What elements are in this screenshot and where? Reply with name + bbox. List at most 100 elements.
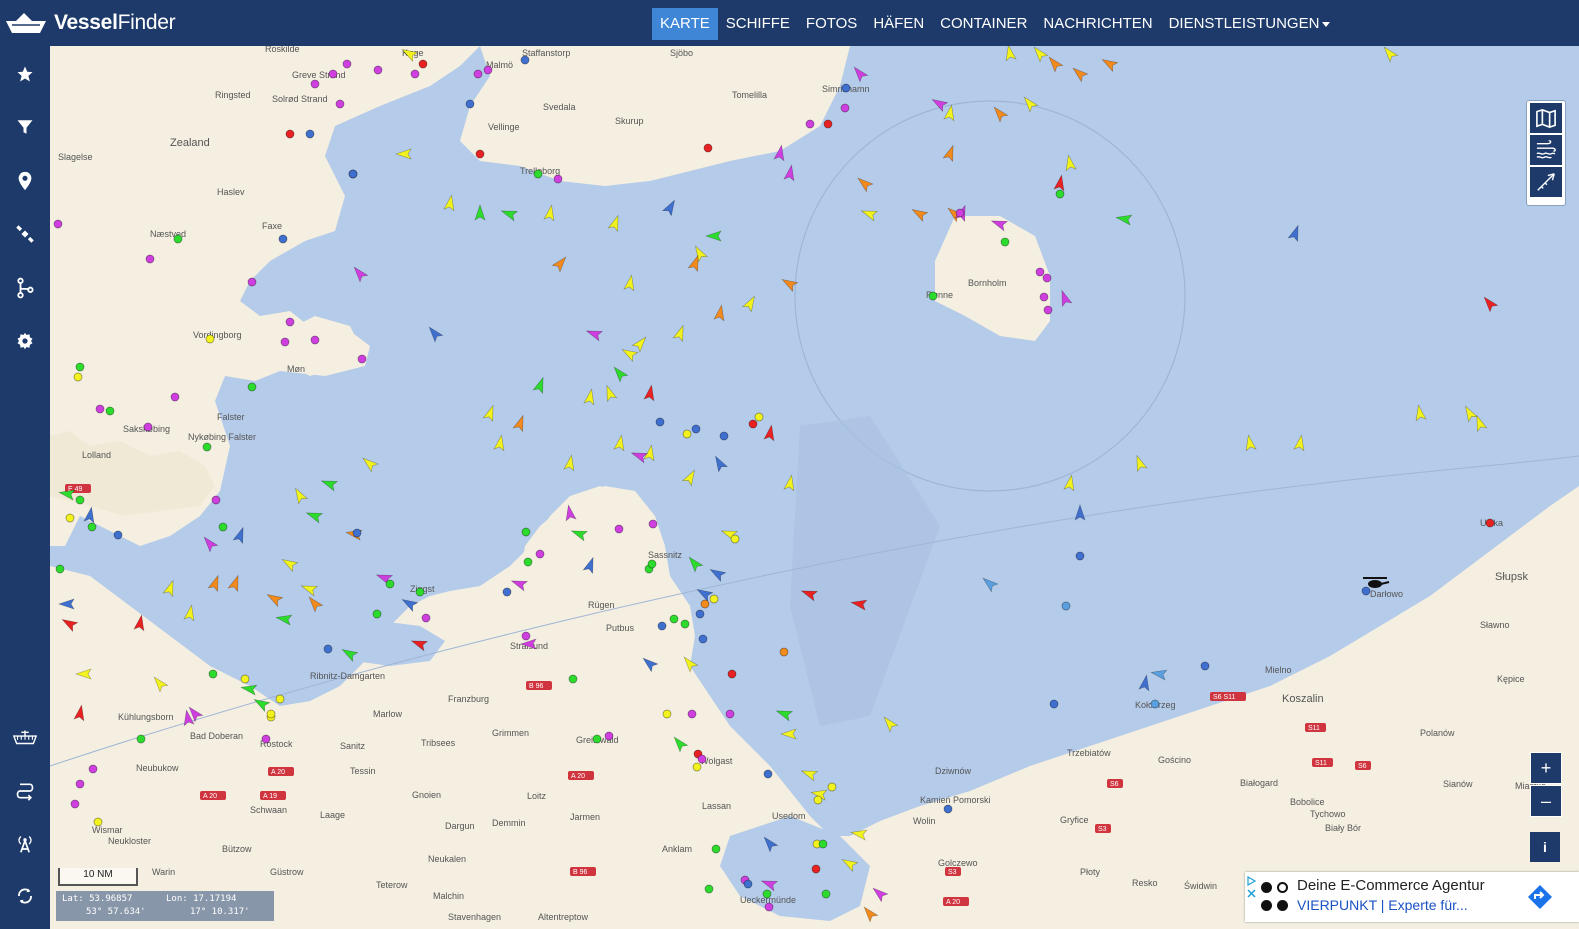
vessel-anchored-marker[interactable] xyxy=(604,731,614,741)
vessel-anchored-marker[interactable] xyxy=(465,99,475,109)
nav-item-fotos[interactable]: FOTOS xyxy=(798,8,865,40)
vessel-anchored-marker[interactable] xyxy=(955,208,965,218)
vessel-anchored-marker[interactable] xyxy=(261,734,271,744)
vessel-anchored-marker[interactable] xyxy=(928,291,938,301)
vessel-anchored-marker[interactable] xyxy=(310,79,320,89)
vessel-anchored-marker[interactable] xyxy=(105,406,115,416)
vessel-anchored-marker[interactable] xyxy=(418,59,428,69)
vessel-anchored-marker[interactable] xyxy=(592,734,602,744)
vessel-anchored-marker[interactable] xyxy=(709,594,719,604)
vessel-anchored-marker[interactable] xyxy=(53,219,63,229)
vessel-anchored-marker[interactable] xyxy=(310,335,320,345)
vessel-anchored-marker[interactable] xyxy=(305,129,315,139)
vessel-anchored-marker[interactable] xyxy=(818,839,828,849)
vessel-anchored-marker[interactable] xyxy=(655,417,665,427)
vessel-anchored-marker[interactable] xyxy=(75,779,85,789)
vessel-anchored-marker[interactable] xyxy=(704,884,714,894)
vessel-anchored-marker[interactable] xyxy=(65,513,75,523)
vessel-anchored-marker[interactable] xyxy=(1039,292,1049,302)
vessel-anchored-marker[interactable] xyxy=(520,55,530,65)
vessel-anchored-marker[interactable] xyxy=(357,354,367,364)
vessel-anchored-marker[interactable] xyxy=(700,599,710,609)
vessel-anchored-marker[interactable] xyxy=(218,522,228,532)
vessel-anchored-marker[interactable] xyxy=(502,587,512,597)
nav-item-container[interactable]: CONTAINER xyxy=(932,8,1035,40)
vessel-anchored-marker[interactable] xyxy=(88,764,98,774)
vessel-anchored-marker[interactable] xyxy=(145,254,155,264)
vessel-anchored-marker[interactable] xyxy=(280,337,290,347)
ports-button[interactable] xyxy=(0,714,50,760)
map-style-button[interactable] xyxy=(1530,103,1562,133)
vessel-anchored-marker[interactable] xyxy=(614,524,624,534)
vessel-anchored-marker[interactable] xyxy=(523,557,533,567)
vessel-anchored-marker[interactable] xyxy=(743,879,753,889)
vessel-anchored-marker[interactable] xyxy=(372,609,382,619)
zoom-in-button[interactable]: + xyxy=(1530,752,1562,784)
vessel-anchored-marker[interactable] xyxy=(691,424,701,434)
vessel-anchored-marker[interactable] xyxy=(75,362,85,372)
ad-subtitle[interactable]: VIERPUNKT | Experte für... xyxy=(1297,897,1468,913)
vesselfinder-logo[interactable]: VesselFinder xyxy=(4,8,176,38)
vessel-anchored-marker[interactable] xyxy=(662,709,672,719)
ad-arrow-icon[interactable] xyxy=(1527,884,1553,910)
vessel-anchored-marker[interactable] xyxy=(373,65,383,75)
vessel-anchored-marker[interactable] xyxy=(821,889,831,899)
vessel-anchored-marker[interactable] xyxy=(342,59,352,69)
vessel-anchored-marker[interactable] xyxy=(533,169,543,179)
vessel-anchored-marker[interactable] xyxy=(73,372,83,382)
vessel-anchored-marker[interactable] xyxy=(568,674,578,684)
vessel-anchored-marker[interactable] xyxy=(805,119,815,129)
ais-stations-button[interactable] xyxy=(0,821,50,867)
vessel-anchored-marker[interactable] xyxy=(1361,586,1371,596)
settings-button[interactable] xyxy=(0,318,50,364)
vessel-anchored-marker[interactable] xyxy=(173,234,183,244)
filter-button[interactable] xyxy=(0,104,50,150)
vessel-anchored-marker[interactable] xyxy=(95,404,105,414)
vessel-anchored-marker[interactable] xyxy=(703,143,713,153)
vessel-anchored-marker[interactable] xyxy=(692,762,702,772)
vessel-anchored-marker[interactable] xyxy=(1485,518,1495,528)
vessel-anchored-marker[interactable] xyxy=(535,549,545,559)
vessel-anchored-marker[interactable] xyxy=(1049,699,1059,709)
measure-tool-button[interactable] xyxy=(1530,167,1562,197)
vessel-anchored-marker[interactable] xyxy=(657,621,667,631)
my-areas-button[interactable] xyxy=(0,158,50,204)
info-button[interactable]: i xyxy=(1530,832,1560,862)
vessel-anchored-marker[interactable] xyxy=(698,634,708,644)
vessel-anchored-marker[interactable] xyxy=(813,795,823,805)
vessel-anchored-marker[interactable] xyxy=(521,631,531,641)
nav-item-dienstleistungen[interactable]: DIENSTLEISTUNGEN xyxy=(1161,8,1339,40)
favorites-button[interactable] xyxy=(0,51,50,97)
vessel-anchored-marker[interactable] xyxy=(348,169,358,179)
nav-item-haefen[interactable]: HÄFEN xyxy=(865,8,932,40)
vessel-anchored-marker[interactable] xyxy=(647,559,657,569)
vessel-anchored-marker[interactable] xyxy=(682,429,692,439)
vessel-anchored-marker[interactable] xyxy=(93,817,103,827)
map-svg[interactable]: RoskildeGreve StrandSolrød StrandKøgeRin… xyxy=(50,46,1579,929)
vessel-anchored-marker[interactable] xyxy=(695,609,705,619)
zoom-out-button[interactable]: – xyxy=(1530,785,1562,817)
vessel-anchored-marker[interactable] xyxy=(328,69,338,79)
vessel-anchored-marker[interactable] xyxy=(1000,237,1010,247)
vessel-anchored-marker[interactable] xyxy=(483,65,493,75)
weather-layer-button[interactable] xyxy=(1530,135,1562,165)
vessel-anchored-marker[interactable] xyxy=(421,613,431,623)
vessel-anchored-marker[interactable] xyxy=(711,844,721,854)
vessel-anchored-marker[interactable] xyxy=(473,69,483,79)
map-canvas[interactable]: RoskildeGreve StrandSolrød StrandKøgeRin… xyxy=(50,46,1579,929)
vessel-anchored-marker[interactable] xyxy=(278,234,288,244)
vessel-anchored-marker[interactable] xyxy=(840,103,850,113)
vessel-anchored-marker[interactable] xyxy=(113,530,123,540)
vessel-anchored-marker[interactable] xyxy=(730,534,740,544)
vessel-anchored-marker[interactable] xyxy=(335,99,345,109)
vessel-anchored-marker[interactable] xyxy=(779,647,789,657)
vessel-anchored-marker[interactable] xyxy=(247,277,257,287)
vessel-anchored-marker[interactable] xyxy=(719,431,729,441)
vessel-anchored-marker[interactable] xyxy=(1150,699,1160,709)
vessel-anchored-marker[interactable] xyxy=(136,734,146,744)
advertisement-banner[interactable]: Deine E-Commerce Agentur VIERPUNKT | Exp… xyxy=(1245,872,1579,922)
vessel-anchored-marker[interactable] xyxy=(275,694,285,704)
ad-title[interactable]: Deine E-Commerce Agentur xyxy=(1297,877,1485,894)
vessel-anchored-marker[interactable] xyxy=(823,119,833,129)
vessel-anchored-marker[interactable] xyxy=(285,129,295,139)
